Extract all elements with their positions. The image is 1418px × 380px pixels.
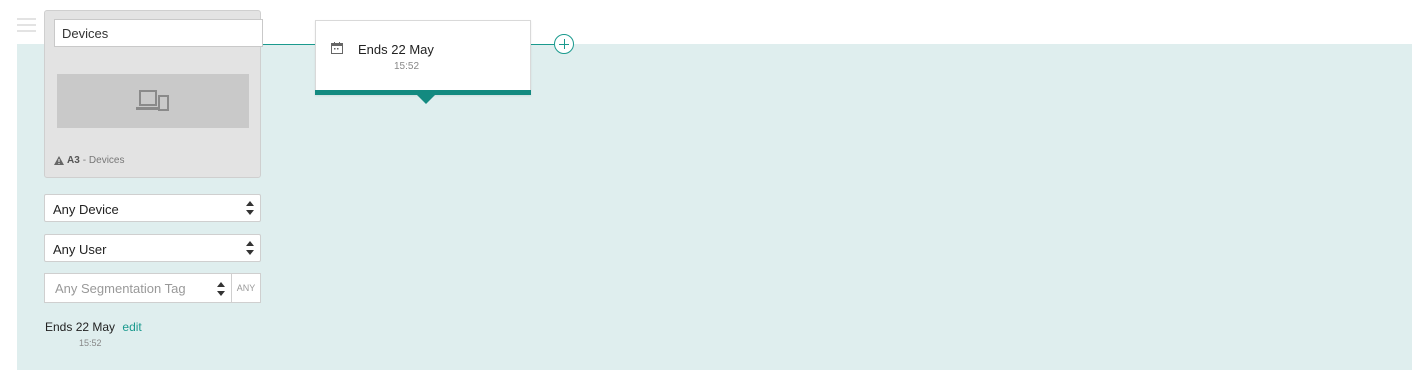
block-preview <box>57 74 249 128</box>
schedule-card-pointer <box>417 95 435 104</box>
block-name-input[interactable]: Devices <box>54 19 263 47</box>
schedule-ends-time: 15:52 <box>394 61 420 72</box>
sort-icon <box>246 241 254 255</box>
segmentation-row: Any Segmentation Tag ANY <box>44 273 261 303</box>
connector-line <box>530 44 554 45</box>
device-select-value: Any Device <box>53 202 119 217</box>
calendar-icon <box>331 42 343 54</box>
warning-text: - Devices <box>82 155 125 166</box>
devices-icon <box>136 90 169 111</box>
segmentation-select[interactable]: Any Segmentation Tag <box>44 273 232 303</box>
sort-icon <box>246 201 254 215</box>
ends-summary: Ends 22 May edit <box>45 320 142 334</box>
warning-row: A3 - Devices <box>54 155 124 166</box>
device-select[interactable]: Any Device <box>44 194 261 222</box>
schedule-ends-label: Ends <box>358 42 388 57</box>
segmentation-placeholder: Any Segmentation Tag <box>55 281 186 296</box>
schedule-ends: Ends 22 May <box>358 42 434 57</box>
connector-line <box>261 44 316 45</box>
devices-block[interactable]: Devices A3 - Devices <box>44 10 263 178</box>
menu-icon[interactable] <box>17 18 36 32</box>
ends-time: 15:52 <box>79 338 102 348</box>
schedule-ends-date: 22 May <box>391 42 434 57</box>
segmentation-mode-button[interactable]: ANY <box>231 273 261 303</box>
user-select[interactable]: Any User <box>44 234 261 262</box>
schedule-card[interactable]: Ends 22 May 15:52 <box>315 20 531 104</box>
ends-label: Ends <box>45 320 73 334</box>
add-icon[interactable] <box>554 34 574 54</box>
ends-date: 22 May <box>75 320 116 334</box>
warning-code: A3 <box>67 155 80 166</box>
edit-link[interactable]: edit <box>122 320 141 334</box>
user-select-value: Any User <box>53 242 107 257</box>
warning-icon <box>54 156 64 165</box>
sort-icon <box>217 282 225 296</box>
